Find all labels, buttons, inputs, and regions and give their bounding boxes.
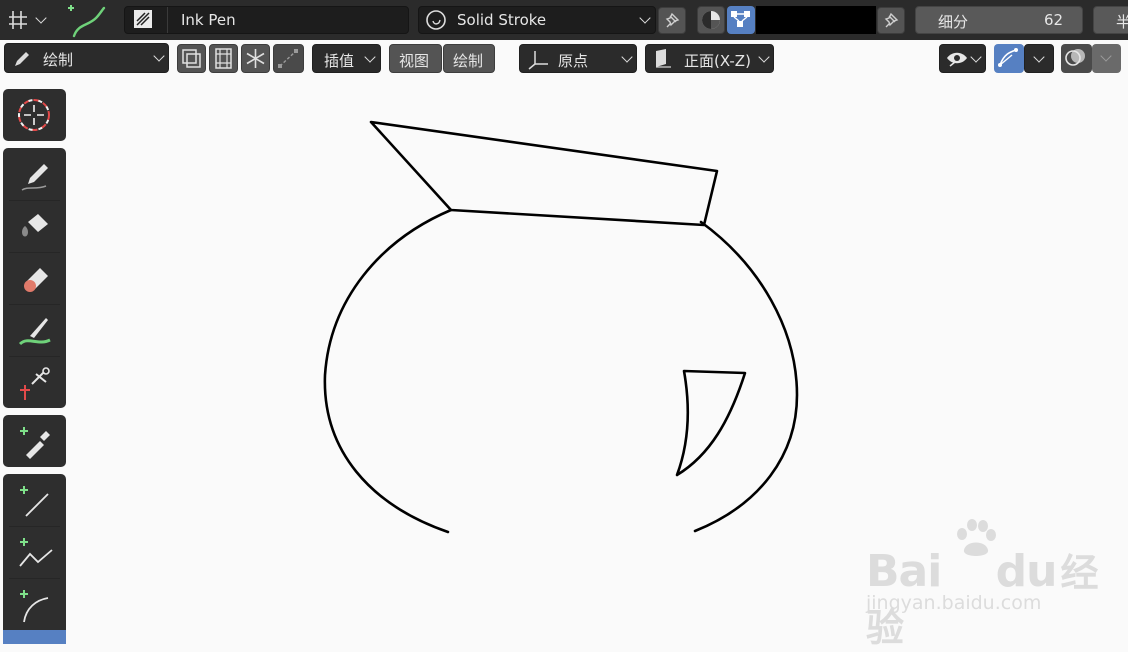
interpolate-label: 插值 — [324, 52, 355, 70]
erase-tool[interactable] — [3, 252, 66, 304]
interpolate-menu[interactable]: 插值 — [312, 44, 381, 73]
watermark-url: jingyan.baidu.com — [866, 592, 1042, 614]
cursor-tool-group — [3, 89, 66, 141]
draw-tool-group — [3, 148, 66, 408]
draw-menu-label: 绘制 — [453, 52, 484, 70]
pin-color-button[interactable] — [877, 7, 905, 34]
chevron-down-icon — [364, 51, 376, 63]
freeze-button[interactable] — [241, 44, 270, 73]
view-menu-label: 视图 — [399, 52, 430, 70]
subdivision-label: 细分 — [938, 13, 969, 31]
eyedropper-tool-group — [3, 415, 66, 467]
chevron-down-icon — [970, 51, 982, 63]
grid-mode-icon — [9, 11, 27, 29]
stroke-pot-right — [693, 220, 799, 533]
snowflake-icon — [246, 49, 265, 68]
chevron-down-icon — [1100, 50, 1112, 62]
chevron-down-icon — [35, 12, 47, 24]
editor-type-button[interactable] — [4, 6, 50, 34]
multiframe-button[interactable] — [177, 44, 206, 73]
placement-label: 原点 — [558, 52, 589, 70]
tint-tool[interactable] — [3, 304, 66, 356]
chevron-down-icon — [758, 51, 770, 63]
subdivision-field[interactable]: 细分 62 — [915, 6, 1083, 34]
pencil-icon — [15, 52, 29, 66]
watermark-brand-a: Bai — [866, 546, 942, 597]
shape-tool-group — [3, 474, 66, 644]
gizmo-icon — [998, 48, 1018, 67]
color-swatch[interactable] — [756, 6, 876, 34]
pencil-stroke-icon — [21, 164, 48, 191]
material-mode-icon — [702, 11, 720, 29]
viewport-header: 绘制 插值 视图 绘制 原点 正面(X-Z) — [0, 40, 1128, 77]
material-selector[interactable]: Solid Stroke — [418, 6, 656, 34]
overlay-toggle[interactable] — [1061, 44, 1092, 73]
color-mode-material-button[interactable] — [697, 6, 725, 34]
plane-label: 正面(X-Z) — [684, 52, 751, 70]
edit-lines-button[interactable] — [273, 44, 304, 73]
pin-icon — [665, 12, 680, 28]
film-icon — [215, 48, 232, 69]
brush-preview-button[interactable] — [58, 0, 110, 40]
material-sphere-icon — [426, 10, 446, 30]
cursor-target-icon — [18, 99, 50, 131]
mode-label: 绘制 — [43, 51, 74, 69]
stroke-pot-left — [323, 208, 453, 534]
top-toolbar: Ink Pen Solid Stroke 细分 62 半 — [0, 0, 1128, 40]
drawing-plane-selector[interactable]: 正面(X-Z) — [645, 44, 774, 73]
plane-icon — [656, 49, 671, 68]
draw-tool[interactable] — [3, 148, 66, 200]
arc-icon — [20, 590, 49, 623]
cutter-tool[interactable] — [3, 356, 66, 408]
gizmo-toggle[interactable] — [994, 44, 1024, 73]
radius-field[interactable]: 半 — [1093, 6, 1128, 34]
brush-thumbnail-icon — [134, 10, 152, 28]
eyedropper-tool[interactable] — [3, 415, 66, 467]
overlay-circles-icon — [1065, 49, 1085, 66]
stroke-inner-shape — [675, 369, 747, 477]
eye-icon — [947, 52, 967, 67]
green-stroke-icon — [68, 5, 106, 38]
line-tool[interactable] — [3, 474, 66, 526]
layers-icon — [182, 49, 201, 68]
paint-bucket-icon — [22, 214, 48, 237]
stroke-spout — [369, 120, 719, 227]
arc-tool[interactable] — [3, 578, 66, 630]
brush-name-field[interactable]: Ink Pen — [124, 6, 409, 34]
watermark-brand-b: du — [995, 546, 1058, 597]
line-icon — [20, 486, 49, 517]
brush-name: Ink Pen — [181, 11, 236, 29]
chevron-down-icon — [1033, 51, 1045, 63]
origin-axes-icon — [528, 51, 548, 70]
polyline-tool[interactable] — [3, 526, 66, 578]
draw-menu[interactable]: 绘制 — [443, 44, 495, 73]
eraser-icon — [24, 268, 48, 292]
pin-icon — [884, 12, 899, 28]
subdivision-value: 62 — [1044, 11, 1064, 29]
pin-button[interactable] — [658, 7, 686, 34]
gizmo-dropdown[interactable] — [1024, 44, 1054, 73]
fill-tool[interactable] — [3, 200, 66, 252]
dashed-curve-icon — [278, 49, 298, 68]
lock-layers-button[interactable] — [209, 44, 238, 73]
overlay-dropdown[interactable] — [1092, 44, 1121, 73]
stroke-placement-selector[interactable]: 原点 — [519, 44, 637, 73]
brush-tint-icon — [18, 318, 51, 346]
scissors-icon — [20, 367, 50, 400]
color-mode-vertex-button[interactable] — [727, 6, 755, 34]
chevron-down-icon — [153, 50, 165, 62]
chevron-down-icon — [621, 51, 633, 63]
view-menu[interactable]: 视图 — [389, 44, 442, 73]
visibility-dropdown[interactable] — [939, 44, 986, 73]
chevron-down-icon — [639, 12, 651, 24]
vertex-color-icon — [731, 11, 750, 27]
polyline-icon — [19, 538, 53, 567]
eyedropper-icon — [20, 427, 50, 459]
radius-label: 半 — [1116, 13, 1128, 31]
material-name: Solid Stroke — [457, 11, 547, 29]
cursor-tool[interactable] — [3, 89, 66, 141]
mode-selector[interactable]: 绘制 — [4, 43, 169, 73]
active-tool-highlight[interactable] — [3, 630, 66, 644]
